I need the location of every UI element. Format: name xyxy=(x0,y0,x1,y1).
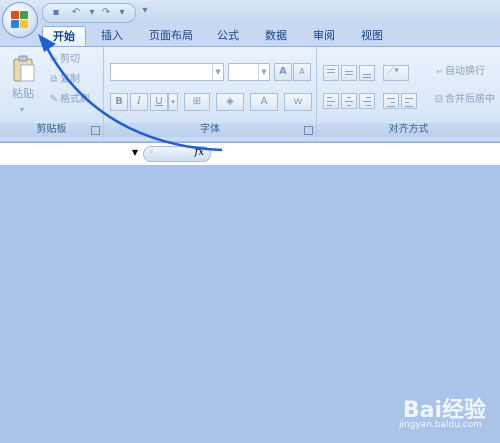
borders-icon: ⊞ xyxy=(192,96,202,107)
tab-home[interactable]: 开始 xyxy=(42,26,86,47)
formula-bar: ▼ ◦ fx xyxy=(0,142,500,166)
wrap-text-label: 自动换行 xyxy=(445,66,485,77)
formula-controls: ◦ fx xyxy=(143,146,211,162)
title-bar: ▪ ↶ ▾ ↷ ▾ ▾ xyxy=(0,0,500,24)
chevron-down-icon: ▼ xyxy=(131,148,138,157)
font-name-combo[interactable]: ▼ xyxy=(110,63,224,81)
shrink-font-button[interactable]: A xyxy=(293,63,311,81)
tab-view[interactable]: 视图 xyxy=(352,26,392,46)
paste-icon[interactable] xyxy=(12,55,36,83)
copy-label: 复制 xyxy=(60,74,80,85)
tab-insert[interactable]: 插入 xyxy=(92,26,132,46)
fill-color-button[interactable]: ◈ xyxy=(216,93,244,111)
name-box[interactable]: ▼ xyxy=(2,146,138,162)
align-top-button[interactable] xyxy=(323,65,339,81)
borders-button[interactable]: ⊞ xyxy=(184,93,210,111)
align-bottom-button[interactable] xyxy=(359,65,375,81)
alignment-group-label: 对齐方式 xyxy=(317,123,500,137)
clipboard-group-label: 剪贴板 xyxy=(0,123,103,137)
bold-button[interactable]: B xyxy=(110,93,128,111)
italic-button[interactable]: I xyxy=(130,93,148,111)
save-icon[interactable]: ▪ xyxy=(49,6,63,19)
tab-data[interactable]: 数据 xyxy=(256,26,296,46)
wrap-text-command[interactable]: ⤶ 自动换行 xyxy=(433,65,485,79)
office-logo-icon xyxy=(11,11,29,29)
orientation-icon: ⟋▾ xyxy=(388,66,399,76)
font-group: ▼ ▼ A A B I U ▾ ⊞ ◈ A ｗ 字体 xyxy=(104,47,317,139)
tab-formulas[interactable]: 公式 xyxy=(208,26,248,46)
decrease-indent-button[interactable] xyxy=(383,93,399,109)
alignment-group: ⟋▾ ⤶ 自动换行 ⊟ 合并后居中 对齐方式 xyxy=(317,47,500,139)
clipboard-dialog-launcher[interactable] xyxy=(91,126,100,135)
chevron-down-icon: ▼ xyxy=(212,64,223,80)
merge-center-command[interactable]: ⊟ 合并后居中 xyxy=(433,93,495,107)
format-painter-command[interactable]: ✎ 格式刷 xyxy=(48,93,90,107)
format-painter-label: 格式刷 xyxy=(60,94,90,105)
grow-font-button[interactable]: A xyxy=(274,63,292,81)
font-dialog-launcher[interactable] xyxy=(304,126,313,135)
font-color-label: A xyxy=(260,96,268,107)
paste-label[interactable]: 粘贴 xyxy=(12,87,34,101)
copy-icon: ⧉ xyxy=(50,74,58,85)
customize-qat-icon[interactable]: ▾ xyxy=(138,4,152,17)
expand-handle-icon[interactable]: ◦ xyxy=(149,148,154,158)
watermark-url: jingyan.baidu.com xyxy=(398,420,482,430)
paint-bucket-icon: ◈ xyxy=(226,96,234,107)
phonetic-button[interactable]: ｗ xyxy=(284,93,312,111)
cut-command[interactable]: ✂ 剪切 xyxy=(48,53,80,67)
cut-label: 剪切 xyxy=(60,54,80,65)
quick-access-toolbar: ▪ ↶ ▾ ↷ ▾ xyxy=(42,3,136,23)
redo-dropdown-icon[interactable]: ▾ xyxy=(115,6,129,19)
align-center-button[interactable] xyxy=(341,93,357,109)
office-button[interactable] xyxy=(2,2,38,38)
merge-icon: ⊟ xyxy=(434,94,444,105)
increase-indent-button[interactable] xyxy=(401,93,417,109)
ribbon: 粘贴 ▾ ✂ 剪切 ⧉ 复制 ✎ 格式刷 剪贴板 ▼ ▼ A A B I U ▾ ⊞ … xyxy=(0,46,500,141)
font-color-button[interactable]: A xyxy=(250,93,278,111)
phonetic-label: ｗ xyxy=(293,96,303,107)
redo-icon[interactable]: ↷ xyxy=(99,6,113,19)
font-group-label: 字体 xyxy=(104,123,316,137)
brush-icon: ✎ xyxy=(49,94,59,105)
underline-dropdown-icon[interactable]: ▾ xyxy=(168,93,178,111)
scissors-icon: ✂ xyxy=(49,54,59,65)
ribbon-tabs: 开始 插入 页面布局 公式 数据 审阅 视图 xyxy=(0,24,500,47)
align-middle-button[interactable] xyxy=(341,65,357,81)
paste-dropdown-icon[interactable]: ▾ xyxy=(20,103,24,117)
underline-button[interactable]: U xyxy=(150,93,168,111)
merge-label: 合并后居中 xyxy=(445,94,495,105)
chevron-down-icon: ▼ xyxy=(258,64,269,80)
tab-page-layout[interactable]: 页面布局 xyxy=(140,26,202,46)
tab-review[interactable]: 审阅 xyxy=(304,26,344,46)
orientation-button[interactable]: ⟋▾ xyxy=(383,65,409,81)
font-size-combo[interactable]: ▼ xyxy=(228,63,270,81)
insert-function-button[interactable]: fx xyxy=(195,147,204,158)
align-right-button[interactable] xyxy=(359,93,375,109)
copy-command[interactable]: ⧉ 复制 xyxy=(48,73,80,87)
clipboard-group: 粘贴 ▾ ✂ 剪切 ⧉ 复制 ✎ 格式刷 剪贴板 xyxy=(0,47,104,139)
undo-dropdown-icon[interactable]: ▾ xyxy=(85,6,99,19)
wrap-text-icon: ⤶ xyxy=(436,66,442,77)
undo-icon[interactable]: ↶ xyxy=(69,6,83,19)
align-left-button[interactable] xyxy=(323,93,339,109)
